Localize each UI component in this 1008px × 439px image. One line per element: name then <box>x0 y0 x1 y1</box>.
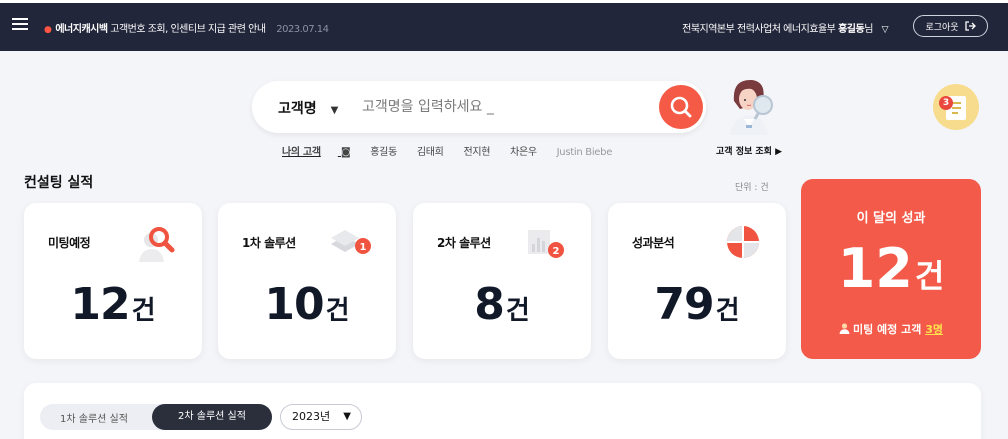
logout-icon <box>964 21 976 31</box>
notification-button[interactable]: 3 <box>933 84 979 130</box>
card-value: 10 <box>264 279 324 330</box>
card-label: 미팅예정 <box>48 236 91 250</box>
user-org: 전북지역본부 전력사업처 에너지효율부 <box>682 24 836 35</box>
search-input[interactable] <box>362 95 642 119</box>
quick-customer-item[interactable]: 홍길동 <box>370 147 397 158</box>
monthly-unit: 건 <box>914 257 945 295</box>
user-suffix: 님 <box>864 24 873 35</box>
user-info[interactable]: 전북지역본부 전력사업처 에너지효율부 홍길동님 ▽ <box>682 20 888 35</box>
card-first-solution[interactable]: 1차 솔루션 1 10건 <box>218 203 396 359</box>
logout-label: 로그아웃 <box>925 22 959 33</box>
search-type-select[interactable]: 고객명 ▼ <box>278 98 338 118</box>
layers-badge: 1 <box>360 242 367 253</box>
meeting-summary[interactable]: 미팅 예정 고객 3명 <box>801 321 981 337</box>
card-label: 성과분석 <box>632 236 675 250</box>
tab-first-solution[interactable]: 1차 솔루션 실적 <box>60 410 128 425</box>
card-value: 8 <box>474 279 505 330</box>
user-circle-icon: ◙ <box>340 147 351 158</box>
meeting-count: 3명 <box>925 323 943 336</box>
layers-icon: 1 <box>331 230 371 254</box>
search-type-value: 고객명 <box>278 101 317 117</box>
notification-badge: 3 <box>939 96 953 110</box>
menu-icon[interactable] <box>12 18 28 30</box>
quick-customer-item[interactable]: 전지현 <box>463 147 490 158</box>
section-title: 컨설팅 실적 <box>24 175 94 191</box>
card-performance-analysis[interactable]: 성과분석 79건 <box>608 203 786 359</box>
person-icon <box>839 323 850 334</box>
card-unit: 건 <box>505 296 530 326</box>
card-unit: 건 <box>325 296 350 326</box>
card-second-solution[interactable]: 2차 솔루션 2 8건 <box>413 203 591 359</box>
performance-panel: 1차 솔루션 실적 2차 솔루션 실적 2023년 ▼ <box>24 383 981 439</box>
monthly-title: 이 달의 성과 <box>856 211 926 226</box>
year-select[interactable]: 2023년 ▼ <box>280 404 362 430</box>
solution-tab-group: 1차 솔루션 실적 2차 솔루션 실적 <box>40 404 272 430</box>
card-value: 79 <box>654 279 714 330</box>
search-button[interactable] <box>659 85 703 129</box>
pie-chart-icon <box>725 224 761 260</box>
notice-brand: 에너지캐시백 <box>55 24 108 35</box>
top-bar: ● 에너지캐시백 고객번호 조회, 인센티브 지급 관련 안내 2023.07.1… <box>0 0 1008 51</box>
card-value: 12 <box>70 279 130 330</box>
search-icon <box>670 96 692 118</box>
logout-button[interactable]: 로그아웃 <box>913 15 988 37</box>
monthly-value: 12 <box>837 237 913 300</box>
notice-banner[interactable]: ● 에너지캐시백 고객번호 조회, 인센티브 지급 관련 안내 2023.07.1… <box>44 20 329 35</box>
quick-customer-list: 나의 고객 ◙ 홍길동 김태희 전지현 차은우 Justin Biebe <box>282 143 629 158</box>
notice-text: 고객번호 조회, 인센티브 지급 관련 안내 <box>110 24 266 35</box>
notice-date: 2023.07.14 <box>276 24 329 35</box>
card-unit: 건 <box>715 296 740 326</box>
my-customers-label: 나의 고객 <box>282 147 321 158</box>
tab-second-solution[interactable]: 2차 솔루션 실적 <box>152 404 272 430</box>
customer-info-link[interactable]: 고객 정보 조회 ▶ <box>716 144 782 157</box>
bar-chart-icon: 2 <box>528 230 564 258</box>
card-label: 2차 솔루션 <box>437 236 491 250</box>
user-name: 홍길동 <box>838 24 865 35</box>
card-unit: 건 <box>131 296 156 326</box>
my-customers-link[interactable]: 나의 고객 ◙ <box>282 147 351 158</box>
quick-customer-item[interactable]: Justin Biebe <box>557 147 613 158</box>
unit-label: 단위 : 건 <box>735 183 769 193</box>
chevron-down-icon[interactable]: ▽ <box>882 25 889 35</box>
card-meeting-scheduled[interactable]: 미팅예정 12건 <box>24 203 202 359</box>
search-box: 고객명 ▼ <box>252 81 706 133</box>
bar-chart-badge: 2 <box>553 246 560 257</box>
consultant-avatar <box>730 79 773 135</box>
meeting-label: 미팅 예정 고객 <box>852 323 922 336</box>
notice-dot-icon: ● <box>44 25 52 35</box>
caret-down-icon: ▼ <box>330 105 339 116</box>
magnifier-icon <box>139 227 175 262</box>
caret-down-icon: ▼ <box>343 411 351 422</box>
monthly-performance-card[interactable]: 이 달의 성과 12건 미팅 예정 고객 3명 <box>801 179 981 359</box>
card-label: 1차 솔루션 <box>242 236 296 250</box>
quick-customer-item[interactable]: 차은우 <box>510 147 537 158</box>
quick-customer-item[interactable]: 김태희 <box>417 147 444 158</box>
year-value: 2023년 <box>292 410 331 423</box>
